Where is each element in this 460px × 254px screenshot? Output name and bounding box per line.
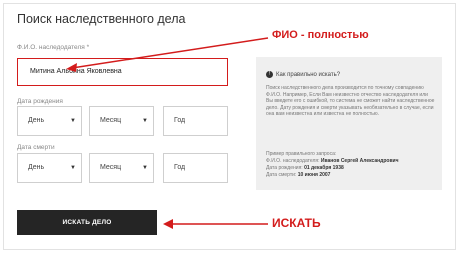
fio-arrow-head xyxy=(66,63,77,72)
annotation-arrows xyxy=(66,37,269,229)
search-arrow-head xyxy=(163,219,173,229)
fio-annotation: ФИО - полностью xyxy=(272,29,369,41)
fio-arrow-line xyxy=(71,37,269,69)
search-annotation: ИСКАТЬ xyxy=(272,216,321,230)
